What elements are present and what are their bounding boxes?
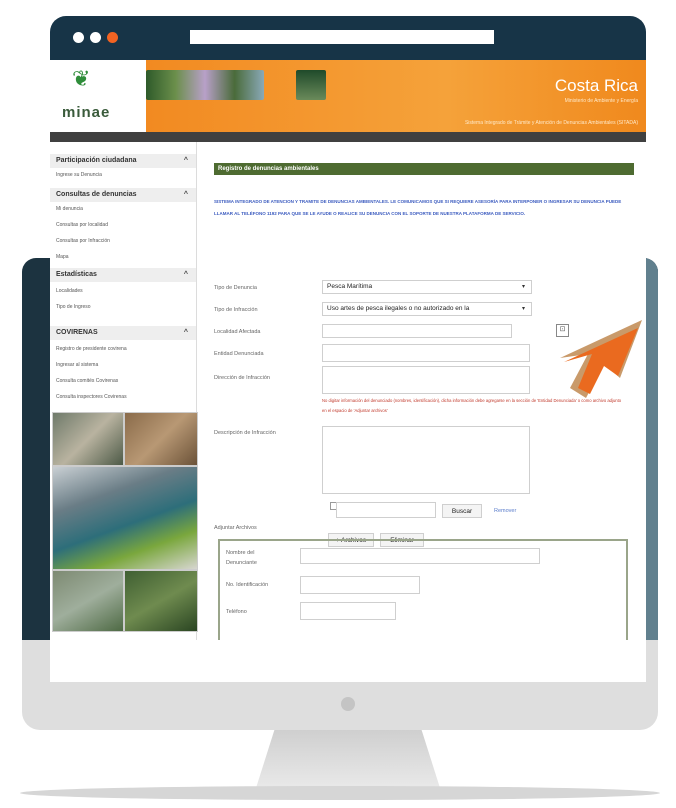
sidebar-item-infraccion[interactable]: Consultas por Infracción — [56, 238, 110, 244]
entidad-label: Entidad Denunciada — [214, 351, 264, 357]
sidebar: Participación ciudadana ^ Ingrese su Denu… — [50, 142, 198, 640]
sidebar-section-consultas[interactable]: Consultas de denuncias ^ — [50, 188, 196, 202]
tipo-infraccion-select[interactable]: Uso artes de pesca ilegales o no autoriz… — [322, 302, 532, 316]
monitor-stand — [256, 730, 440, 788]
chevron-up-icon: ^ — [183, 157, 188, 164]
chevron-up-icon: ^ — [183, 329, 188, 336]
mouse-cursor-icon — [560, 320, 642, 398]
banner-photo — [146, 70, 264, 100]
tipo-infraccion-label: Tipo de Infracción — [214, 307, 258, 313]
entidad-input[interactable] — [322, 344, 530, 362]
file-input[interactable] — [336, 502, 436, 518]
identificacion-input[interactable] — [300, 576, 420, 594]
sidebar-item-localidad[interactable]: Consultas por localidad — [56, 222, 108, 228]
sidebar-section-title: Estadísticas — [56, 271, 97, 278]
screen: ❦ minae Costa Rica Ministerio de Ambient… — [50, 60, 646, 640]
direccion-label: Dirección de Infracción — [214, 375, 270, 381]
monitor-base — [20, 786, 660, 800]
tipo-denuncia-value: Pesca Marítima — [327, 283, 373, 290]
intro-text: SISTEMA INTEGRADO DE ATENCION Y TRAMITE … — [214, 199, 622, 216]
banner-photo — [296, 70, 326, 100]
sidebar-photo-birds — [52, 466, 198, 570]
minae-sprout-icon: ❦ — [72, 66, 91, 91]
nav-bar — [50, 132, 646, 142]
sidebar-item-ingresar[interactable]: Ingresar al sistema — [56, 362, 98, 368]
site-logo[interactable]: minae — [62, 104, 110, 121]
sidebar-item-registro-presidente[interactable]: Registro de presidente covirena — [56, 346, 127, 352]
system-name: Sistema Integrado de Trámite y Atención … — [464, 120, 638, 126]
localidad-label: Localidad Afectada — [214, 329, 261, 335]
descripcion-label: Descripción de Infracción — [214, 430, 276, 436]
window-control-dot[interactable] — [90, 32, 101, 43]
telefono-label: Teléfono — [226, 609, 247, 615]
identificacion-label: No. Identificación — [226, 582, 269, 588]
sidebar-section-covirenas[interactable]: COVIRENAS ^ — [50, 326, 196, 340]
nombre-label: Nombre del Denunciante — [226, 550, 257, 566]
address-bar[interactable] — [190, 30, 494, 44]
adjuntar-label: Adjuntar Archivos — [214, 525, 257, 531]
sidebar-item-localidades[interactable]: Localidades — [56, 288, 83, 294]
sidebar-item-inspectores[interactable]: Consulta inspectores Covirenas — [56, 394, 127, 400]
sidebar-item-tipo-ingreso[interactable]: Tipo de Ingreso — [56, 304, 91, 310]
screen-bottom-strip — [50, 640, 646, 682]
dropdown-arrow-icon: ▾ — [521, 284, 525, 290]
buscar-button[interactable]: Buscar — [442, 504, 482, 518]
telefono-input[interactable] — [300, 602, 396, 620]
nombre-input[interactable] — [300, 548, 540, 564]
sidebar-item-comites[interactable]: Consulta comités Covirenas — [56, 378, 118, 384]
window-control-dot[interactable] — [73, 32, 84, 43]
sidebar-photo-river — [52, 570, 124, 632]
country-title: Costa Rica — [554, 76, 638, 95]
ministry-subtitle: Ministerio de Ambiente y Energía — [564, 98, 638, 104]
remover-link[interactable]: Remover — [494, 508, 516, 514]
chevron-up-icon: ^ — [183, 271, 188, 278]
tipo-denuncia-label: Tipo de Denuncia — [214, 285, 257, 291]
power-button-icon[interactable] — [341, 697, 355, 711]
sidebar-section-title: Participación ciudadana — [56, 157, 137, 164]
sidebar-photo-deforestation — [124, 412, 198, 466]
descripcion-textarea[interactable] — [322, 426, 530, 494]
sidebar-section-participacion[interactable]: Participación ciudadana ^ — [50, 154, 196, 168]
dropdown-arrow-icon: ▾ — [521, 306, 525, 312]
sidebar-photo-garbage — [52, 412, 124, 466]
chevron-up-icon: ^ — [183, 191, 188, 198]
tipo-infraccion-value: Uso artes de pesca ilegales o no autoriz… — [327, 305, 470, 312]
sidebar-item-ingrese[interactable]: Ingrese su Denuncia — [56, 172, 102, 178]
sidebar-photo-forest — [124, 570, 198, 632]
sidebar-section-title: COVIRENAS — [56, 329, 98, 336]
window-control-dot[interactable] — [107, 32, 118, 43]
sidebar-item-mapa[interactable]: Mapa — [56, 254, 69, 260]
direccion-input[interactable] — [322, 366, 530, 394]
sidebar-section-title: Consultas de denuncias — [56, 191, 137, 198]
tipo-denuncia-select[interactable]: Pesca Marítima ▾ — [322, 280, 532, 294]
section-title: Registro de denuncias ambientales — [214, 163, 634, 175]
sidebar-section-estadisticas[interactable]: Estadísticas ^ — [50, 268, 196, 282]
site-banner: Costa Rica Ministerio de Ambiente y Ener… — [146, 60, 646, 132]
sidebar-item-mi-denuncia[interactable]: Mi denuncia — [56, 206, 83, 212]
localidad-input[interactable] — [322, 324, 512, 338]
